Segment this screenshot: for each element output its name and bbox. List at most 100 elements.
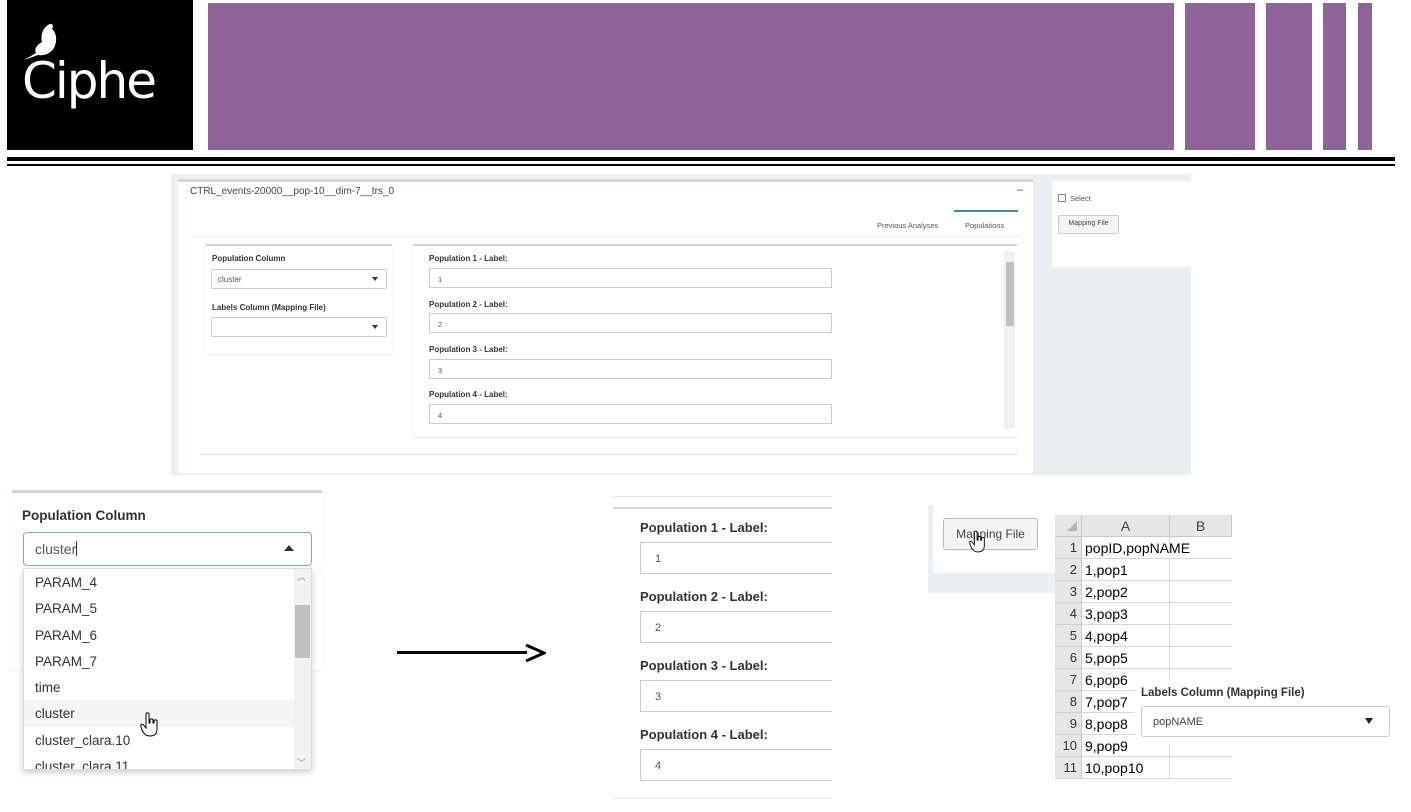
option-cluster-clara-10[interactable]: cluster_clara.10 <box>24 727 311 753</box>
row-number[interactable]: 5 <box>1055 625 1082 647</box>
header-bar <box>1358 3 1372 150</box>
scroll-down-icon[interactable]: ﹀ <box>297 756 306 769</box>
header-divider <box>7 164 1395 166</box>
select-checkbox[interactable] <box>1058 194 1066 202</box>
panel-divider <box>613 798 832 799</box>
cell-b[interactable] <box>1170 603 1232 625</box>
row-number[interactable]: 7 <box>1055 669 1082 691</box>
row-number[interactable]: 10 <box>1055 735 1082 757</box>
population-3-input[interactable]: 3 <box>640 680 832 712</box>
header-bar <box>1185 3 1255 150</box>
options-scrollbar-thumb[interactable] <box>295 605 310 658</box>
population-column-value: cluster <box>218 275 242 284</box>
text-caret <box>76 541 78 556</box>
mapping-file-button[interactable]: Mapping File <box>943 518 1038 550</box>
header-bar <box>1266 3 1312 150</box>
labels-column-value: popNAME <box>1153 716 1204 728</box>
option-cluster-clara-11[interactable]: cluster_clara.11 <box>24 753 311 769</box>
header-bar <box>1323 3 1346 150</box>
cell-a[interactable]: popID,popNAME <box>1082 537 1190 559</box>
cell-a[interactable]: 10,pop10 <box>1082 757 1170 779</box>
population-1-label: Population 1 - Label: <box>429 254 508 263</box>
row-number[interactable]: 1 <box>1055 537 1082 559</box>
population-column-typed-value: cluster <box>35 541 77 557</box>
header-banner <box>208 3 1174 150</box>
caret-down-icon[interactable] <box>1365 718 1373 724</box>
population-column-select[interactable]: cluster <box>211 269 387 289</box>
corner-triangle-icon <box>1067 521 1077 531</box>
population-1-label: Population 1 - Label: <box>640 520 768 535</box>
active-tab-indicator <box>954 210 1018 212</box>
scroll-up-icon[interactable]: ︿ <box>297 570 306 583</box>
cell-b[interactable] <box>1170 581 1232 603</box>
population-column-search-input[interactable]: cluster <box>23 532 312 566</box>
population-4-label: Population 4 - Label: <box>429 390 508 399</box>
panel-divider <box>613 496 832 497</box>
row-number[interactable]: 2 <box>1055 559 1082 581</box>
population-4-input[interactable]: 4 <box>429 404 832 424</box>
row-number[interactable]: 11 <box>1055 757 1082 779</box>
option-param-4[interactable]: PARAM_4 <box>24 569 311 595</box>
option-param-6[interactable]: PARAM_6 <box>24 622 311 648</box>
row-number[interactable]: 4 <box>1055 603 1082 625</box>
row-number[interactable]: 6 <box>1055 647 1082 669</box>
hand-cursor-icon <box>140 712 158 737</box>
row-number[interactable]: 9 <box>1055 713 1082 735</box>
caret-down-icon <box>372 277 378 281</box>
arrow-shaft <box>397 651 527 654</box>
cell-b[interactable] <box>1170 559 1232 581</box>
population-2-label: Population 2 - Label: <box>429 300 508 309</box>
population-column-label: Population Column <box>22 508 146 523</box>
population-3-input[interactable]: 3 <box>429 359 832 379</box>
option-cluster[interactable]: cluster <box>24 700 311 727</box>
box-footer-divider <box>200 454 1018 455</box>
labels-column-label: Labels Column (Mapping File) <box>1141 687 1305 699</box>
population-column-label: Population Column <box>212 254 286 263</box>
option-time[interactable]: time <box>24 674 311 700</box>
population-2-input[interactable]: 2 <box>640 611 832 643</box>
population-2-label: Population 2 - Label: <box>640 589 768 604</box>
mapping-file-button[interactable]: Mapping File <box>1058 215 1119 234</box>
collapse-button[interactable]: – <box>1017 184 1023 196</box>
labels-column-label: Labels Column (Mapping File) <box>212 303 326 312</box>
cell-a[interactable]: 4,pop4 <box>1082 625 1170 647</box>
cell-b[interactable] <box>1170 757 1232 779</box>
cell-b[interactable] <box>1170 625 1232 647</box>
dataset-title: CTRL_events-20000__pop-10__dim-7__trs_0 <box>190 186 395 197</box>
row-number[interactable]: 8 <box>1055 691 1082 713</box>
cell-b[interactable] <box>1170 647 1232 669</box>
logo-wordmark: Ciphe <box>22 52 157 110</box>
tabs-divider <box>190 236 1020 237</box>
option-param-7[interactable]: PARAM_7 <box>24 648 311 674</box>
tab-populations[interactable]: Populations <box>965 221 1004 230</box>
panel-top-border <box>613 507 832 509</box>
column-header-b[interactable]: B <box>1170 515 1232 537</box>
population-4-label: Population 4 - Label: <box>640 727 768 742</box>
arrow-right-icon <box>525 644 546 662</box>
labels-column-select[interactable] <box>211 317 387 337</box>
cell-a[interactable]: 3,pop3 <box>1082 603 1170 625</box>
population-3-label: Population 3 - Label: <box>640 658 768 673</box>
header-divider <box>7 157 1395 161</box>
population-1-input[interactable]: 1 <box>640 542 832 574</box>
caret-up-icon[interactable] <box>284 545 294 551</box>
labels-column-select[interactable]: popNAME <box>1141 706 1390 737</box>
select-checkbox-label: Select <box>1070 194 1091 203</box>
column-header-a[interactable]: A <box>1082 515 1170 537</box>
population-2-input[interactable]: 2 <box>429 313 832 333</box>
option-param-5[interactable]: PARAM_5 <box>24 595 311 621</box>
population-column-options: PARAM_4 PARAM_5 PARAM_6 PARAM_7 time clu… <box>23 568 312 770</box>
caret-down-icon <box>372 325 378 329</box>
cell-a[interactable]: 5,pop5 <box>1082 647 1170 669</box>
options-scrollbar[interactable] <box>294 569 311 769</box>
tab-previous-analyses[interactable]: Previous Analyses <box>877 221 938 230</box>
population-1-input[interactable]: 1 <box>429 268 832 288</box>
population-4-input[interactable]: 4 <box>640 749 832 781</box>
cell-a[interactable]: 2,pop2 <box>1082 581 1170 603</box>
hand-cursor-icon <box>969 530 985 553</box>
cell-a[interactable]: 1,pop1 <box>1082 559 1170 581</box>
cell-b[interactable] <box>1170 537 1232 559</box>
panel-scrollbar-thumb[interactable] <box>1006 262 1014 326</box>
row-number[interactable]: 3 <box>1055 581 1082 603</box>
select-all-corner[interactable] <box>1055 515 1082 537</box>
